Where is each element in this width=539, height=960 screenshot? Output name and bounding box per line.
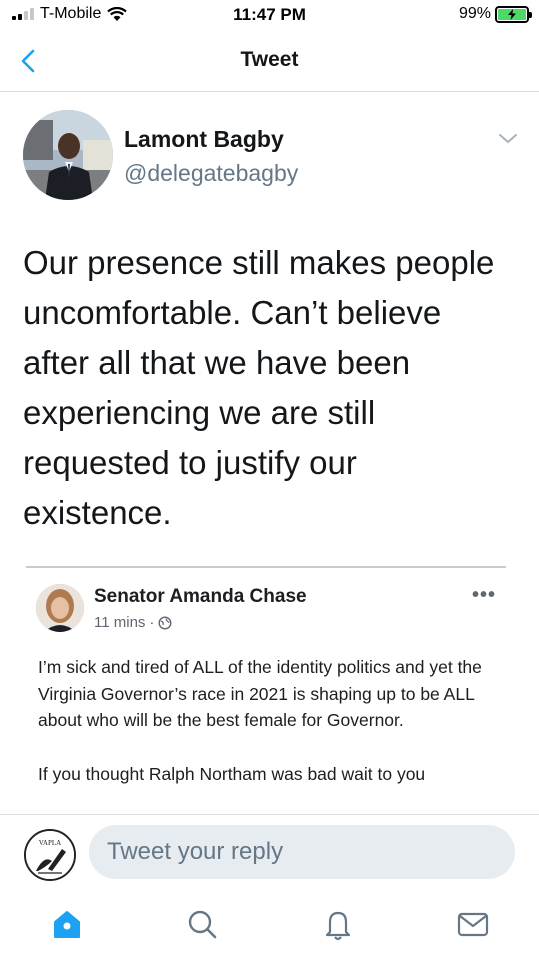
embed-meta: 11 mins · <box>94 614 172 631</box>
embed-time: 11 mins <box>94 614 146 631</box>
reply-input[interactable]: Tweet your reply <box>89 825 515 879</box>
tweet-text: Our presence still makes people uncomfor… <box>23 244 495 531</box>
avatar-logo-text: VAPLA <box>39 839 61 847</box>
author-avatar[interactable] <box>23 110 113 200</box>
tab-notifications[interactable] <box>320 906 356 942</box>
notifications-icon <box>325 911 351 941</box>
battery-percent: 99% <box>458 5 491 22</box>
battery-icon <box>495 5 532 23</box>
tab-search[interactable] <box>184 906 220 942</box>
embed-paragraph: I’m sick and tired of ALL of the identit… <box>38 657 482 730</box>
embed-avatar <box>36 584 84 632</box>
tab-bar <box>0 892 539 960</box>
status-right: 99% <box>458 5 532 23</box>
tab-home[interactable] <box>49 906 85 942</box>
tab-messages[interactable] <box>455 906 491 942</box>
more-options-icon: ••• <box>471 584 496 606</box>
search-icon <box>188 910 217 939</box>
author-name[interactable]: Lamont Bagby <box>124 126 284 153</box>
nav-header: Tweet <box>0 30 539 92</box>
chevron-down-icon <box>499 134 517 143</box>
embed-text: I’m sick and tired of ALL of the identit… <box>38 654 498 814</box>
globe-icon <box>158 615 172 630</box>
embed-separator: · <box>149 614 155 631</box>
author-handle[interactable]: @delegatebagby <box>124 160 298 187</box>
charging-bolt-icon <box>507 8 516 20</box>
embed-author-name: Senator Amanda Chase <box>94 586 307 607</box>
messages-icon <box>457 912 489 937</box>
tweet-options-button[interactable] <box>495 128 521 148</box>
home-icon <box>54 911 80 938</box>
author-photo <box>23 110 113 200</box>
status-bar: T-Mobile 11:47 PM 99% <box>0 0 539 30</box>
page-title: Tweet <box>240 48 299 71</box>
user-avatar-logo: VAPLA <box>26 831 74 879</box>
embed-paragraph: If you thought Ralph Northam was bad wai… <box>38 763 426 784</box>
reply-bar: VAPLA Tweet your reply <box>0 814 539 892</box>
user-avatar[interactable]: VAPLA <box>24 829 76 881</box>
battery-level <box>498 8 526 20</box>
embed-author-photo <box>36 584 84 632</box>
embedded-post-image[interactable]: Senator Amanda Chase 11 mins · ••• I’m s… <box>26 566 506 814</box>
